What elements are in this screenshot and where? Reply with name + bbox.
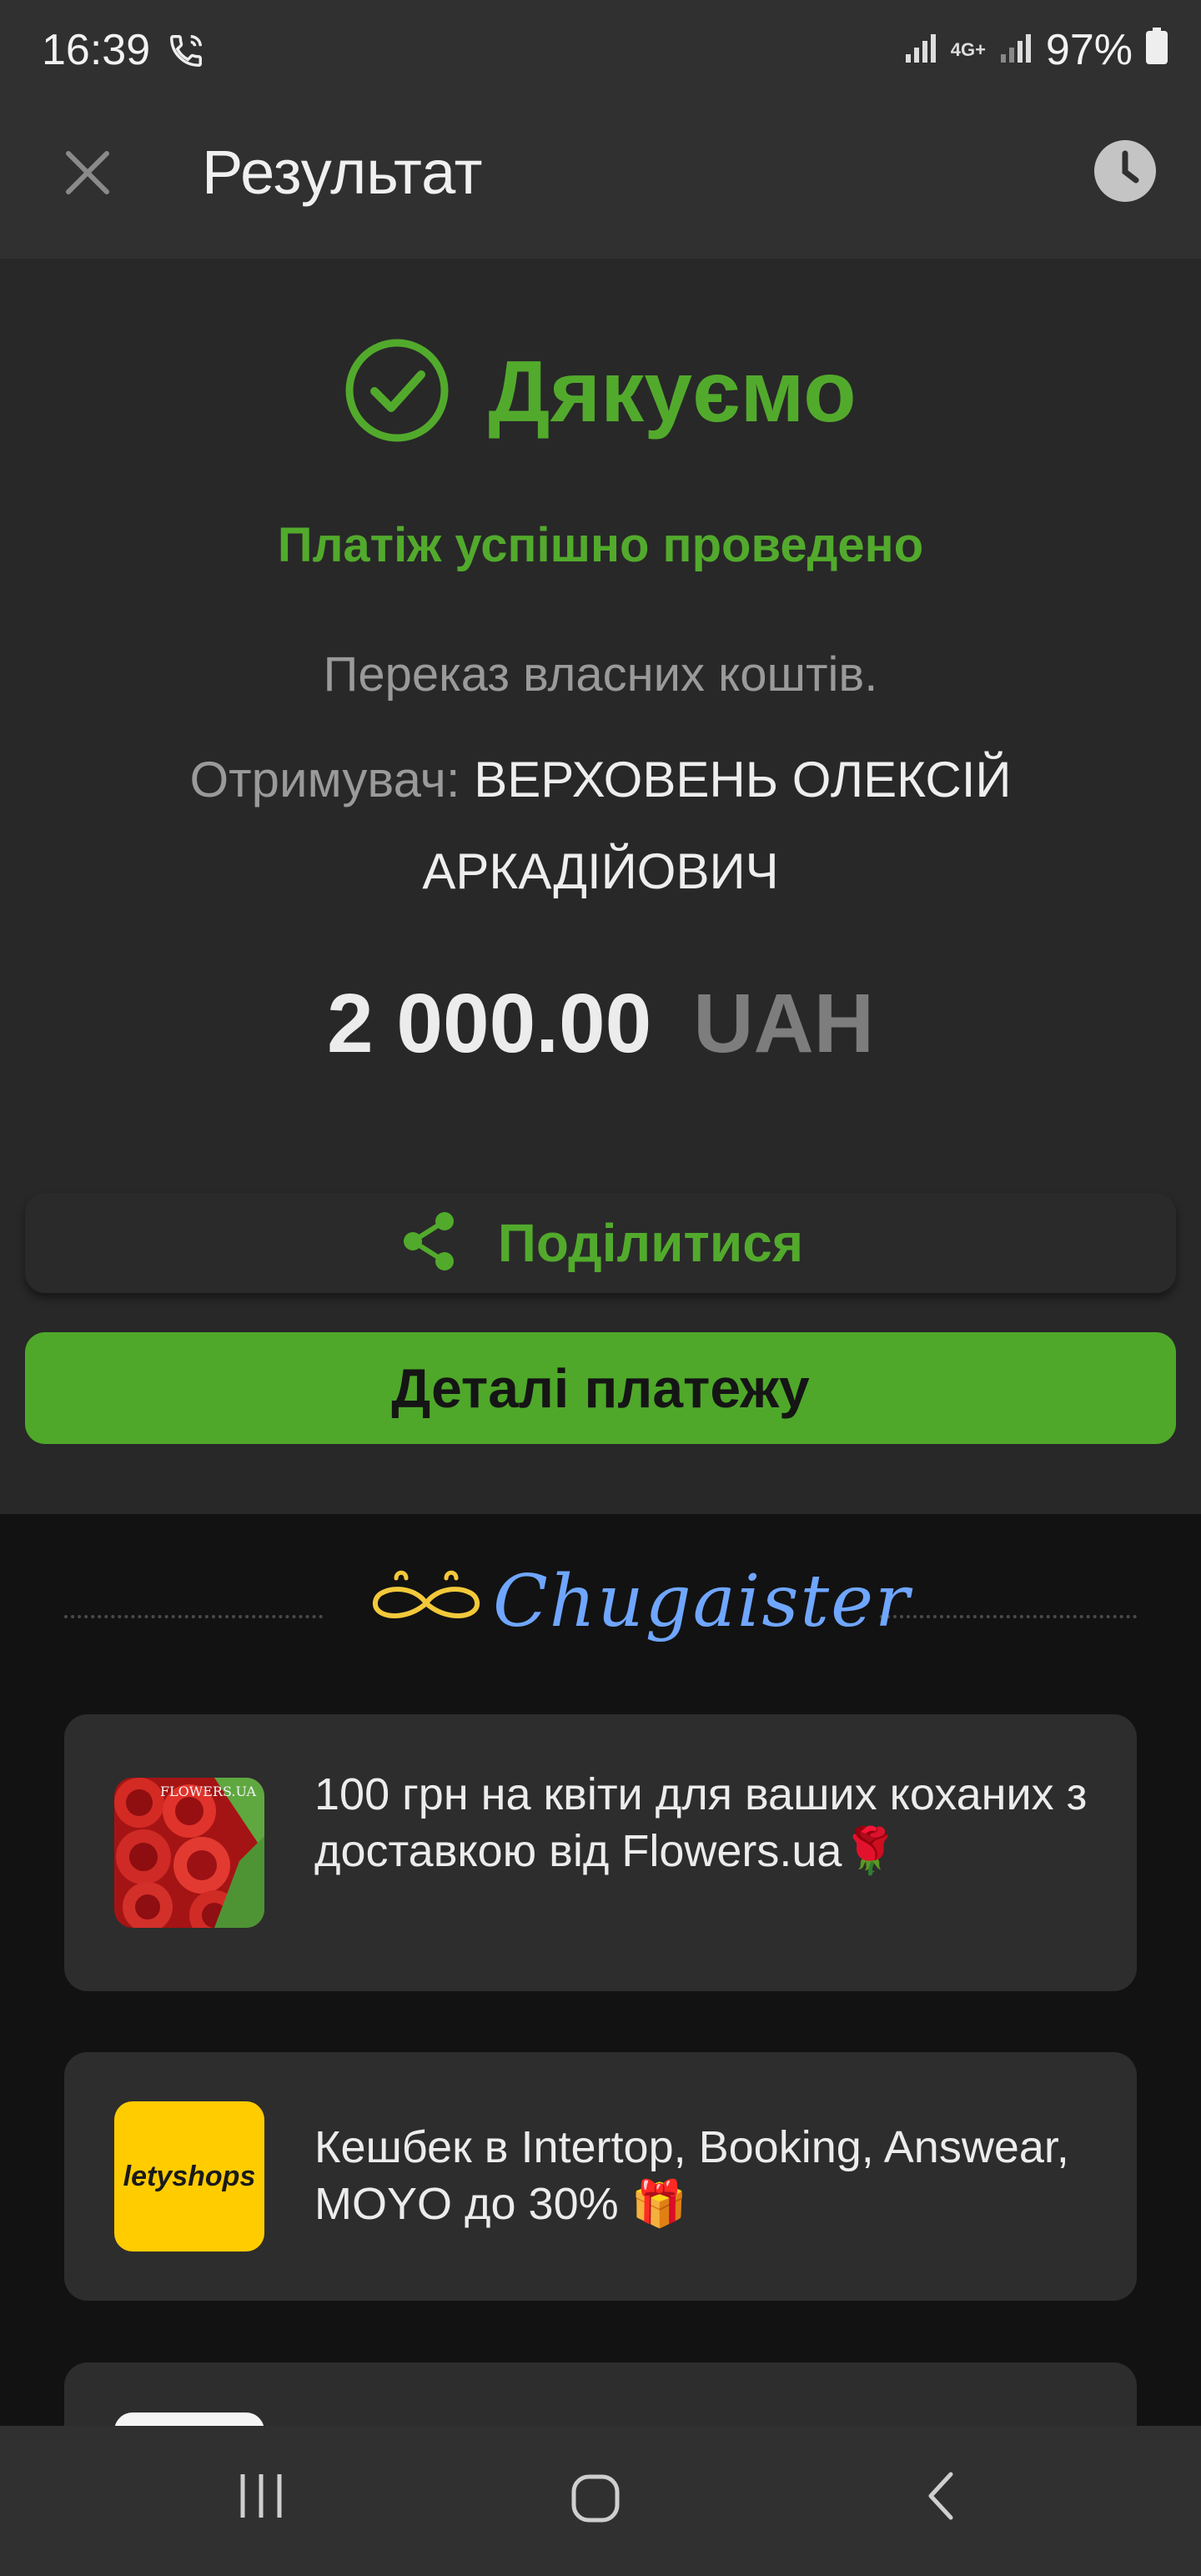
status-icons: 4G+ 97% (904, 25, 1168, 75)
letyshops-badge: letyshops (123, 2160, 256, 2192)
success-message: Платіж успішно проведено (277, 518, 924, 572)
gift-emoji: 🎁 (631, 2177, 687, 2230)
promo-text-letyshops: Кешбек в Intertop, Booking, Answear, MOY… (314, 2119, 1103, 2232)
check-circle-icon (344, 338, 450, 447)
promo-text: Кешбек в Intertop, Booking, Answear, MOY… (314, 2122, 1069, 2229)
promo-card-letyshops[interactable]: letyshops Кешбек в Intertop, Booking, An… (64, 2052, 1137, 2301)
thanks-heading: Дякуємо (0, 338, 1201, 447)
battery-percent: 97% (1045, 26, 1133, 74)
recent-apps-icon[interactable] (236, 2471, 286, 2525)
status-time: 16:39 (42, 26, 151, 74)
recipient-name: ВЕРХОВЕНЬ ОЛЕКСІЙ АРКАДІЙОВИЧ (422, 752, 1012, 899)
clock-icon[interactable] (1093, 138, 1158, 208)
share-button[interactable]: Поділитися (25, 1193, 1176, 1293)
thanks-text: Дякуємо (488, 344, 857, 440)
amount: 2 000.00 UAH (0, 976, 1201, 1072)
promo-text: 100 грн на квіти для ваших коханих з дос… (314, 1769, 1088, 1876)
promo-card-flowers[interactable]: FLOWERS.UA 100 грн на квіти для ваших ко… (64, 1714, 1137, 1991)
recipient: Отримувач: ВЕРХОВЕНЬ ОЛЕКСІЙ АРКАДІЙОВИЧ (142, 734, 1059, 918)
chugaister-logo: Chugaister (371, 1560, 911, 1643)
battery-icon (1146, 25, 1168, 75)
rose-emoji: 🌹 (842, 1824, 898, 1877)
flowers-badge: FLOWERS.UA (160, 1784, 256, 1799)
promo-text-flowers: 100 грн на квіти для ваших коханих з дос… (314, 1766, 1103, 1879)
signal-2-icon (999, 25, 1033, 75)
share-label: Поділитися (497, 1213, 804, 1273)
payment-details-button[interactable]: Деталі платежу (25, 1332, 1176, 1444)
amount-currency: UAH (693, 977, 874, 1070)
mustache-icon (371, 1567, 481, 1638)
close-icon[interactable] (63, 148, 112, 201)
phone-call-icon (167, 32, 205, 74)
network-type-label: 4G+ (950, 39, 986, 60)
amount-value: 2 000.00 (327, 977, 652, 1070)
divider-right (880, 1615, 1137, 1618)
page-title: Результат (202, 138, 483, 207)
home-icon[interactable] (570, 2473, 621, 2528)
flowers-thumbnail: FLOWERS.UA (114, 1778, 264, 1928)
recipient-label: Отримувач: (189, 752, 460, 808)
chugaister-brand: Chugaister (493, 1560, 912, 1643)
letyshops-logo: letyshops (114, 2101, 264, 2251)
signal-icon (904, 25, 937, 75)
back-icon[interactable] (917, 2471, 967, 2525)
share-icon (398, 1210, 461, 1277)
divider-left (64, 1615, 323, 1618)
payment-details-label: Деталі платежу (391, 1357, 810, 1419)
app-bar (0, 108, 1201, 259)
payment-description: Переказ власних коштів. (323, 647, 878, 702)
